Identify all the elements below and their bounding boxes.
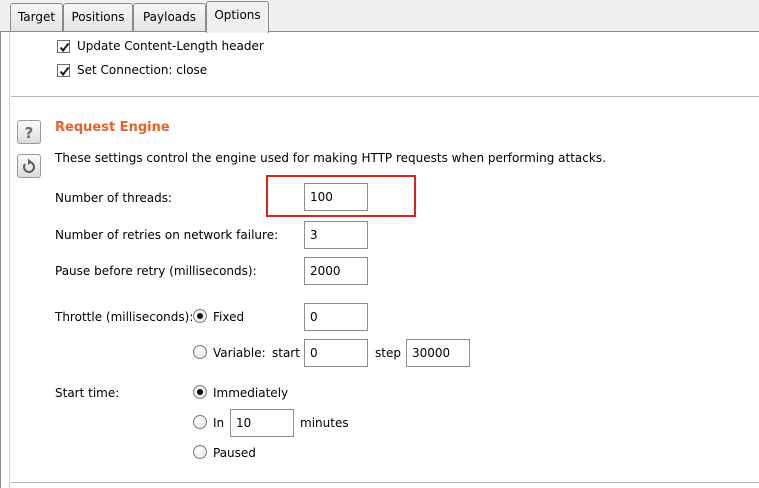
throttle-fixed-label: Fixed <box>213 310 245 324</box>
set-connection-close-label: Set Connection: close <box>77 63 208 77</box>
threads-label: Number of threads: <box>55 191 173 205</box>
throttle-variable-label: Variable: <box>213 346 266 360</box>
update-content-length-checkbox[interactable] <box>57 40 70 53</box>
update-content-length-label: Update Content-Length header <box>77 39 264 53</box>
section-divider-bottom <box>11 482 759 483</box>
tab-bar: Target Positions Payloads Options <box>0 0 759 33</box>
tab-payloads[interactable]: Payloads <box>133 3 206 32</box>
tab-target[interactable]: Target <box>10 3 63 32</box>
retries-label: Number of retries on network failure: <box>55 228 279 242</box>
throttle-fixed-radio[interactable] <box>193 309 207 323</box>
tab-options[interactable]: Options <box>206 1 269 33</box>
throttle-step-label: step <box>375 346 401 360</box>
threads-highlight-box <box>266 175 416 217</box>
help-button[interactable]: ? <box>17 120 41 144</box>
start-immediately-radio[interactable] <box>193 385 207 399</box>
section-divider <box>11 96 759 97</box>
start-immediately-label: Immediately <box>213 386 289 400</box>
request-engine-heading: Request Engine <box>55 120 170 135</box>
restore-defaults-icon <box>23 158 35 173</box>
options-panel: Update Content-Length header Set Connect… <box>0 32 759 488</box>
tab-positions[interactable]: Positions <box>63 3 133 32</box>
restore-defaults-button[interactable] <box>17 154 41 178</box>
request-engine-description: These settings control the engine used f… <box>55 151 606 165</box>
start-in-radio[interactable] <box>193 415 207 429</box>
throttle-variable-radio[interactable] <box>193 345 207 359</box>
throttle-label: Throttle (milliseconds): <box>55 310 194 324</box>
start-minutes-label: minutes <box>300 416 349 430</box>
start-paused-label: Paused <box>213 446 256 460</box>
panel-left-rule <box>9 32 10 488</box>
svg-text:?: ? <box>25 124 34 142</box>
set-connection-close-checkbox[interactable] <box>57 64 70 77</box>
retries-input[interactable] <box>304 221 368 249</box>
start-time-label: Start time: <box>55 386 120 400</box>
throttle-start-input[interactable] <box>304 339 368 367</box>
start-in-minutes-input[interactable] <box>230 409 294 437</box>
pause-label: Pause before retry (milliseconds): <box>55 264 257 278</box>
throttle-step-input[interactable] <box>406 339 470 367</box>
help-icon: ? <box>25 124 34 142</box>
start-in-label: In <box>213 416 225 430</box>
throttle-start-label: start <box>272 346 300 360</box>
throttle-fixed-input[interactable] <box>304 303 368 331</box>
start-paused-radio[interactable] <box>193 445 207 459</box>
pause-input[interactable] <box>304 257 368 285</box>
